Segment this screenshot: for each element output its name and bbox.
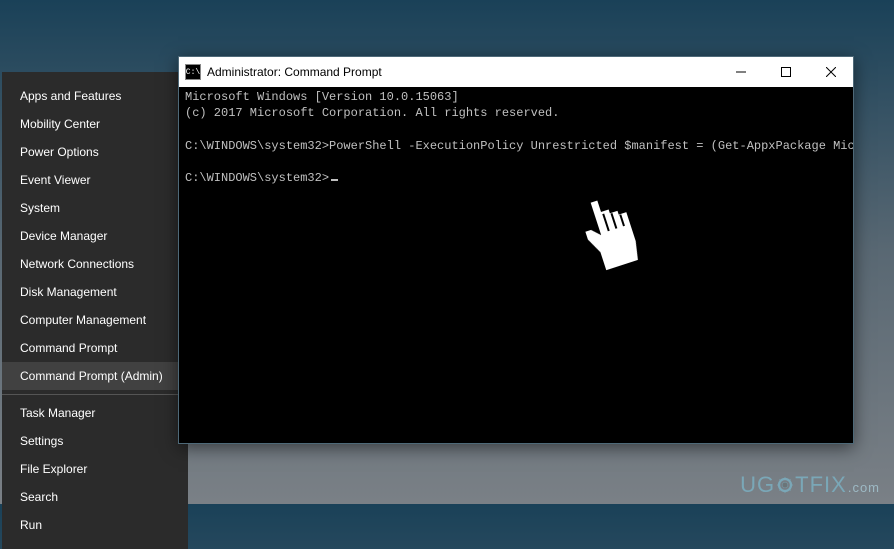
menu-label: Run	[20, 518, 42, 532]
menu-label: Apps and Features	[20, 89, 121, 103]
close-button[interactable]	[808, 57, 853, 87]
command-prompt-window: C:\ Administrator: Command Prompt Micros…	[178, 56, 854, 444]
menu-label: Power Options	[20, 145, 99, 159]
menu-item-settings[interactable]: Settings	[2, 427, 188, 455]
menu-item-mobility-center[interactable]: Mobility Center	[2, 110, 188, 138]
menu-label: Event Viewer	[20, 173, 90, 187]
menu-label: Command Prompt	[20, 341, 117, 355]
title-bar[interactable]: C:\ Administrator: Command Prompt	[179, 57, 853, 87]
menu-item-task-manager[interactable]: Task Manager	[2, 399, 188, 427]
window-controls	[718, 57, 853, 87]
menu-item-system[interactable]: System	[2, 194, 188, 222]
watermark-text-tail: .com	[848, 480, 880, 495]
menu-label: Search	[20, 490, 58, 504]
menu-item-computer-management[interactable]: Computer Management	[2, 306, 188, 334]
menu-item-run[interactable]: Run	[2, 511, 188, 539]
close-icon	[826, 67, 836, 77]
terminal-line: (c) 2017 Microsoft Corporation. All righ…	[185, 106, 559, 120]
terminal-line: Microsoft Windows [Version 10.0.15063]	[185, 90, 459, 104]
menu-item-device-manager[interactable]: Device Manager	[2, 222, 188, 250]
watermark-text-mid: TFIX	[795, 472, 847, 498]
menu-item-network-connections[interactable]: Network Connections	[2, 250, 188, 278]
cmd-icon-text: C:\	[186, 68, 200, 77]
minimize-button[interactable]	[718, 57, 763, 87]
menu-item-apps-features[interactable]: Apps and Features	[2, 82, 188, 110]
menu-item-search[interactable]: Search	[2, 483, 188, 511]
menu-divider	[2, 394, 188, 395]
watermark: UG TFIX .com	[740, 472, 880, 498]
menu-item-event-viewer[interactable]: Event Viewer	[2, 166, 188, 194]
terminal-cursor	[331, 179, 338, 181]
menu-label: Command Prompt (Admin)	[20, 369, 163, 383]
watermark-text-left: UG	[740, 472, 775, 498]
start-context-menu: Apps and Features Mobility Center Power …	[2, 72, 188, 549]
gear-icon	[776, 476, 794, 494]
menu-label: Task Manager	[20, 406, 95, 420]
menu-item-command-prompt-admin[interactable]: Command Prompt (Admin)	[2, 362, 188, 390]
terminal-line: C:\WINDOWS\system32>PowerShell -Executio…	[185, 139, 853, 153]
menu-item-power-options[interactable]: Power Options	[2, 138, 188, 166]
minimize-icon	[736, 67, 746, 77]
menu-label: Disk Management	[20, 285, 117, 299]
window-title: Administrator: Command Prompt	[207, 65, 718, 79]
menu-label: System	[20, 201, 60, 215]
maximize-button[interactable]	[763, 57, 808, 87]
menu-label: Computer Management	[20, 313, 146, 327]
menu-item-command-prompt[interactable]: Command Prompt	[2, 334, 188, 362]
terminal-output[interactable]: Microsoft Windows [Version 10.0.15063] (…	[179, 87, 853, 443]
menu-item-file-explorer[interactable]: File Explorer	[2, 455, 188, 483]
maximize-icon	[781, 67, 791, 77]
menu-label: Network Connections	[20, 257, 134, 271]
cmd-icon: C:\	[185, 64, 201, 80]
menu-label: File Explorer	[20, 462, 87, 476]
menu-label: Device Manager	[20, 229, 107, 243]
menu-label: Mobility Center	[20, 117, 100, 131]
menu-item-disk-management[interactable]: Disk Management	[2, 278, 188, 306]
menu-label: Settings	[20, 434, 63, 448]
terminal-line: C:\WINDOWS\system32>	[185, 171, 329, 185]
